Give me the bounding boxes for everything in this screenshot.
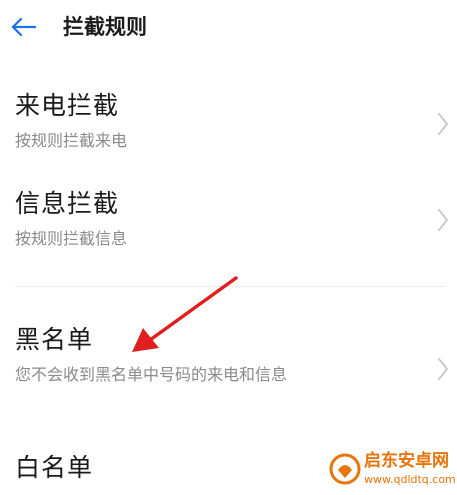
arrow-left-icon [11,17,37,37]
list-item-message-blocking[interactable]: 信息拦截 按规则拦截信息 [0,184,457,264]
item-title: 信息拦截 [15,189,120,218]
item-title: 黑名单 [15,325,94,354]
watermark-title: 启东安卓网 [364,451,449,471]
list-item-call-blocking[interactable]: 来电拦截 按规则拦截来电 [0,86,457,166]
chevron-right-icon [438,113,448,135]
item-title: 白名单 [15,453,94,482]
item-subtitle: 您不会收到黑名单中号码的来电和信息 [15,365,288,384]
item-title: 来电拦截 [15,91,120,120]
watermark-url: www.qdldtq.com [364,473,456,486]
chevron-right-icon [438,358,448,380]
chevron-right-icon [438,209,448,231]
watermark-logo-icon [329,453,361,485]
item-subtitle: 按规则拦截信息 [15,229,128,248]
page-title: 拦截规则 [63,15,147,39]
list-item-blacklist[interactable]: 黑名单 您不会收到黑名单中号码的来电和信息 [0,320,457,400]
screen: 拦截规则 来电拦截 按规则拦截来电 信息拦截 按规则拦截信息 黑名单 您不会收到… [0,0,457,495]
item-subtitle: 按规则拦截来电 [15,131,128,150]
back-button[interactable] [8,12,42,42]
header: 拦截规则 [0,0,457,56]
watermark: 启东安卓网 www.qdldtq.com [318,446,457,495]
divider [15,286,445,287]
